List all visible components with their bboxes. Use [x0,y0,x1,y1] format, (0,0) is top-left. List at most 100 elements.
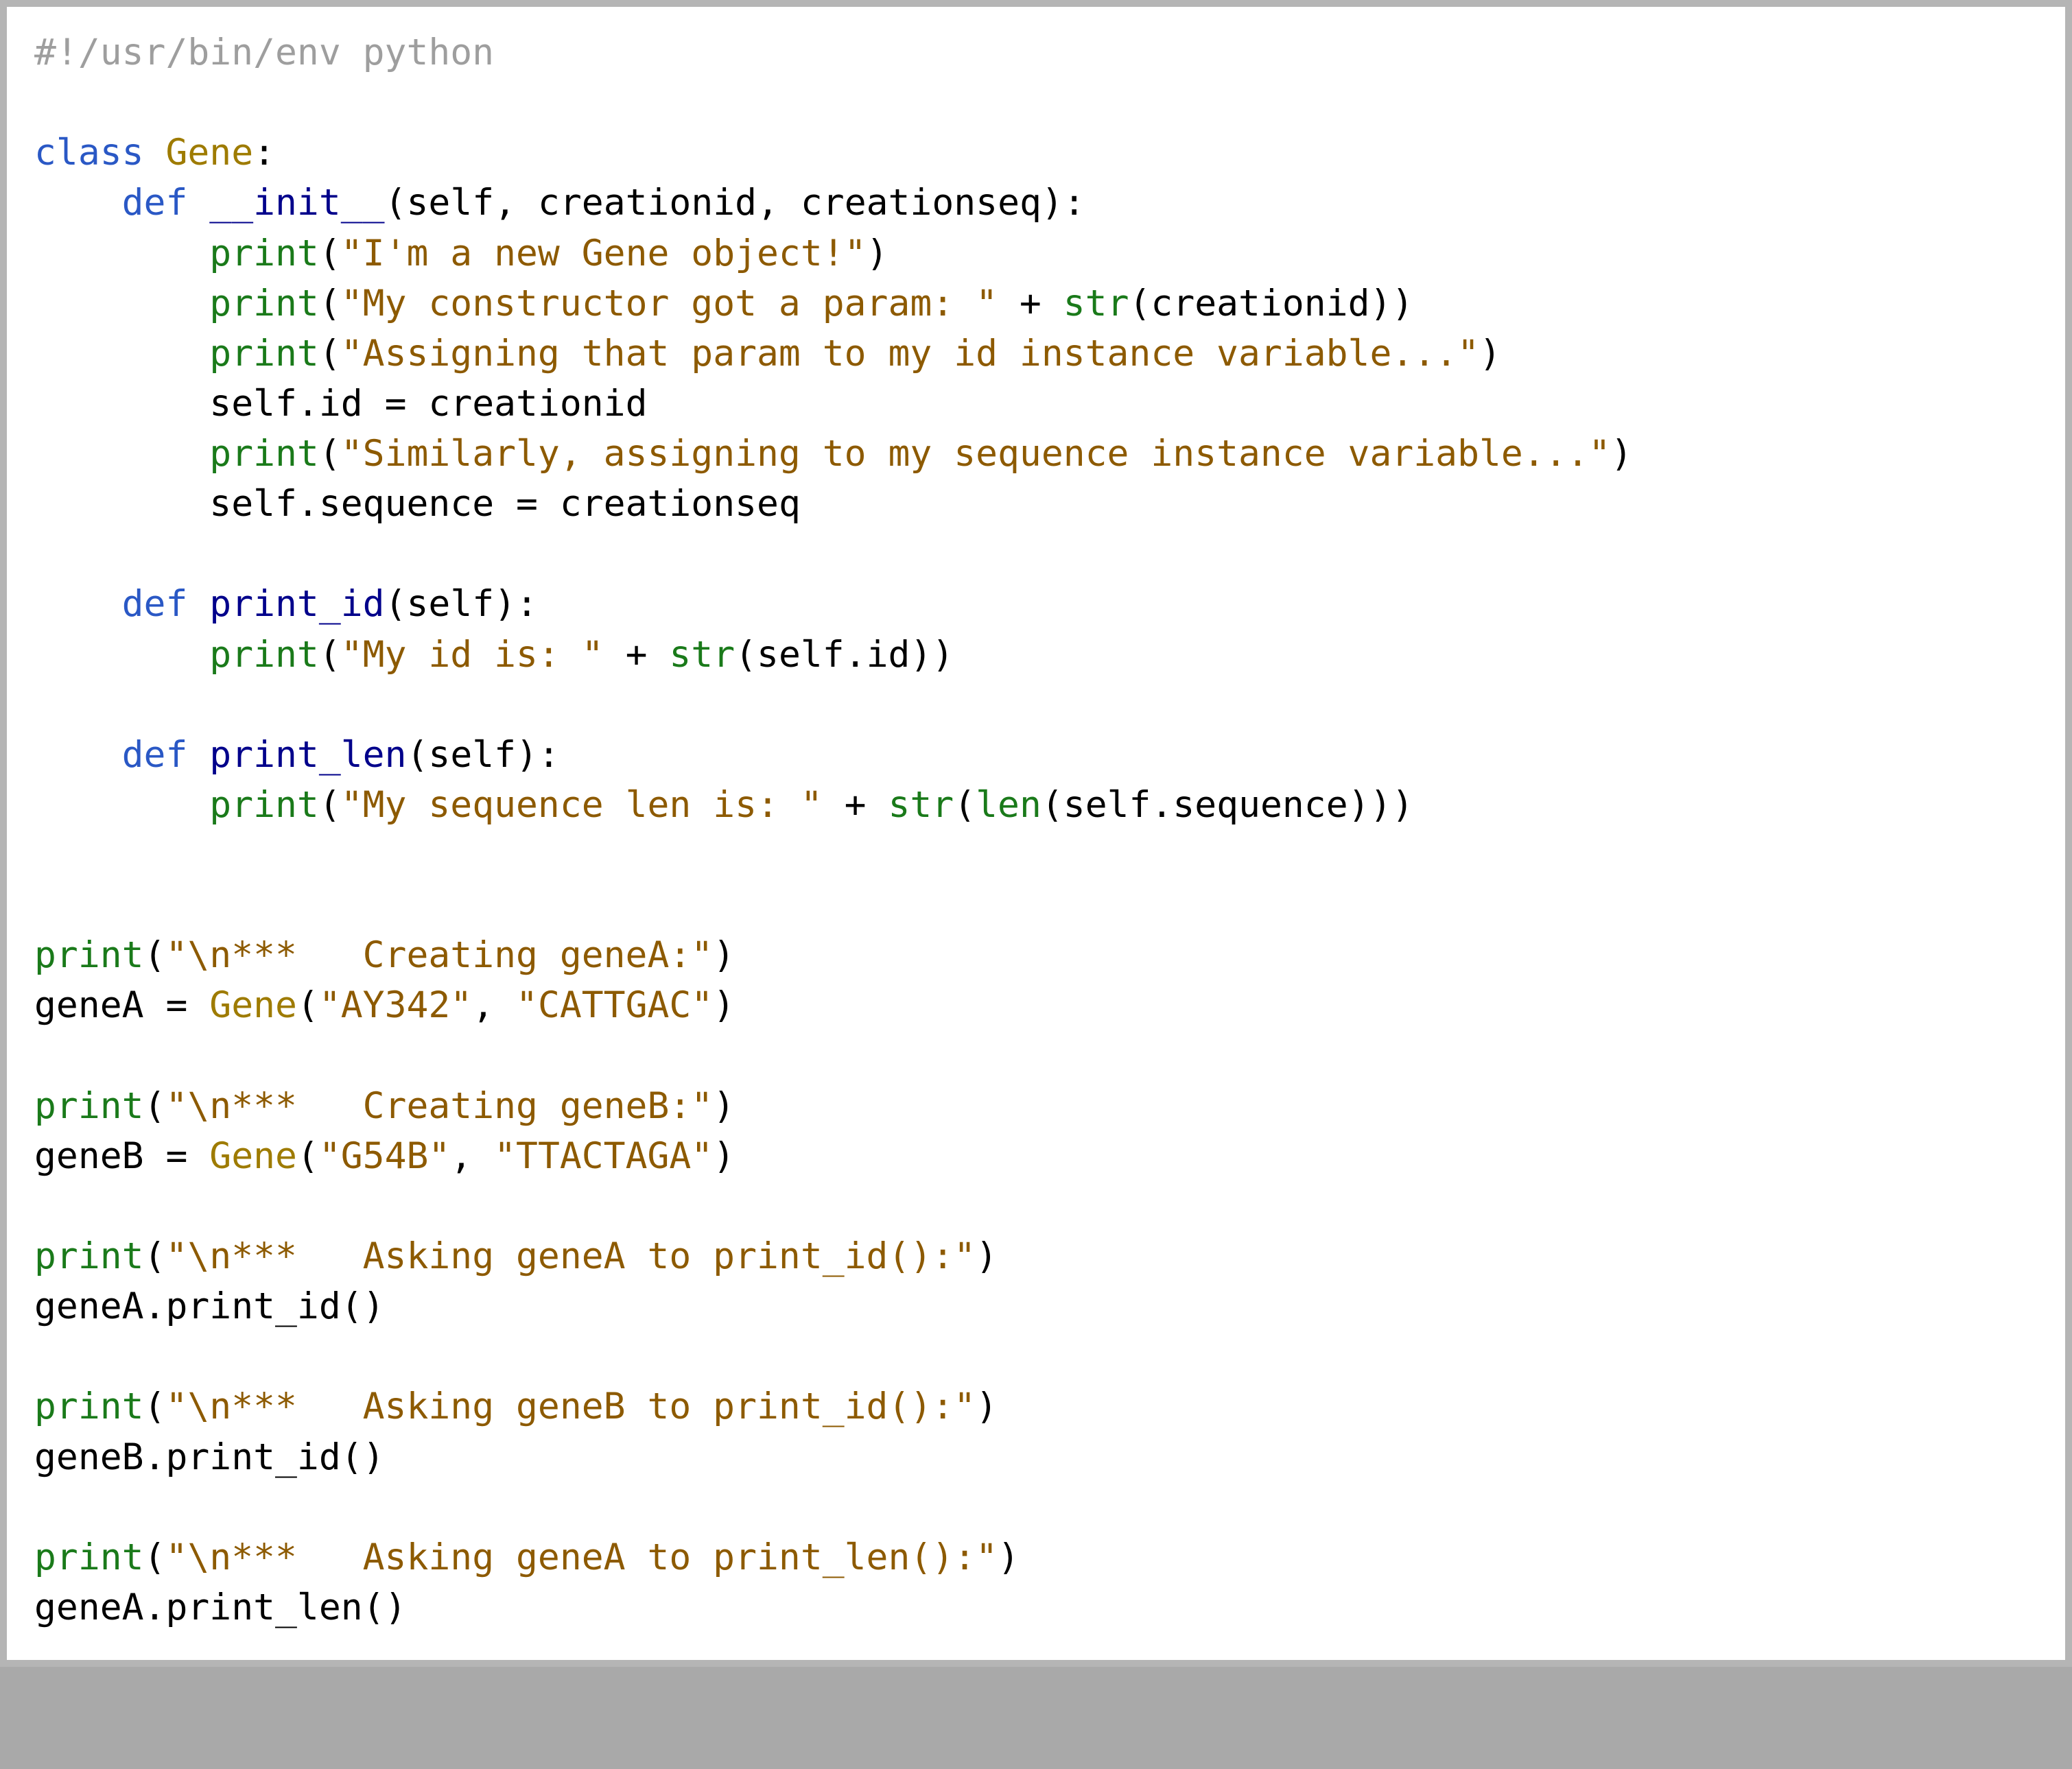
code-token: ( [406,734,428,776]
code-token: )) [910,634,954,676]
code-token: ): [494,583,538,625]
code-token: , [494,182,538,224]
code-token: = [363,383,429,425]
code-token: ( [319,784,341,826]
code-token: ): [1041,182,1085,224]
code-token: = [494,483,560,525]
code-token: ( [319,283,341,324]
code-token [187,182,209,224]
code-token: ) [1479,333,1501,375]
code-token: "My sequence len is: " [341,784,823,826]
code-token: ) [867,233,888,274]
code-token: + [998,283,1063,324]
code-token: self [209,383,297,425]
code-token: self [407,182,495,224]
code-token: print [34,934,144,976]
code-token: . [144,1436,166,1478]
code-token: str [888,784,954,826]
code-token: + [604,634,670,676]
code-token: "I'm a new Gene object!" [341,233,867,274]
code-token: "\n*** Asking geneB to print_id():" [165,1386,976,1427]
code-token: ( [297,984,319,1026]
code-token: ( [319,333,341,375]
code-token: print [209,433,319,475]
code-token: def [122,182,188,224]
code-token: print [209,784,319,826]
code-token: ( [385,583,407,625]
code-token: "Similarly, assigning to my sequence ins… [341,433,1611,475]
code-block: #!/usr/bin/env python class Gene: def __… [0,0,2072,1667]
code-token: . [144,1285,166,1327]
code-token: ) [976,1386,998,1427]
code-token [34,233,209,274]
code-token: self [209,483,297,525]
code-token: geneA [34,984,144,1026]
code-token: geneB [34,1135,144,1177]
code-token: ( [297,1135,319,1177]
code-token: + [823,784,888,826]
code-token: "My id is: " [341,634,604,676]
code-token: "TTACTAGA" [494,1135,713,1177]
code-token [34,433,209,475]
code-token: )) [1370,283,1414,324]
code-token [34,634,209,676]
code-token: creationid [428,383,647,425]
code-token: class [34,132,144,174]
code-token: . [144,1587,166,1628]
code-token: = [144,1135,210,1177]
code-token: print [34,1085,144,1127]
code-token: print_id [165,1436,340,1478]
code-token: print_len [209,734,406,776]
code-token: print_len [165,1587,362,1628]
code-token: str [1063,283,1129,324]
code-token: . [1151,784,1173,826]
code-token: print [209,634,319,676]
code-token: ) [976,1235,998,1277]
code-token: . [845,634,867,676]
code-token: ) [713,1085,735,1127]
code-token: sequence [1173,784,1347,826]
code-token: print [34,1235,144,1277]
code-token: "\n*** Creating geneB:" [165,1085,713,1127]
code-token: ( [735,634,757,676]
code-token: print [209,233,319,274]
code-token: ( [954,784,976,826]
code-token: creationseq [801,182,1041,224]
code-token [34,583,122,625]
code-token: def [122,734,188,776]
code-token: creationseq [560,483,801,525]
code-token: ( [144,1235,166,1277]
code-token: () [341,1436,385,1478]
code-token: print [34,1536,144,1578]
code-token: def [122,583,188,625]
code-token: print [209,333,319,375]
code-token: self [428,734,516,776]
code-token: print [34,1386,144,1427]
code-token: ) [1610,433,1632,475]
code-token: geneA [34,1285,144,1327]
code-token: creationid [538,182,757,224]
code-token: print [209,283,319,324]
code-token [34,333,209,375]
code-token [187,583,209,625]
code-token: Gene [209,984,297,1026]
code-token [144,132,166,174]
code-token: len [976,784,1041,826]
code-token: ( [385,182,407,224]
code-token: : [253,132,275,174]
code-token: "\n*** Asking geneA to print_len():" [165,1536,998,1578]
code-token: geneB [34,1436,144,1478]
code-token [34,483,209,525]
code-token: print_id [209,583,384,625]
code-token: ( [144,1536,166,1578]
code-token: , [450,1135,494,1177]
code-token: __init__ [209,182,384,224]
code-token: "G54B" [319,1135,450,1177]
code-token: ( [144,1085,166,1127]
code-token [34,283,209,324]
code-token: self [757,634,845,676]
code-token: "\n*** Creating geneA:" [165,934,713,976]
code-token: "My constructor got a param: " [341,283,998,324]
code-token: creationid [1151,283,1369,324]
code-token: = [144,984,210,1026]
